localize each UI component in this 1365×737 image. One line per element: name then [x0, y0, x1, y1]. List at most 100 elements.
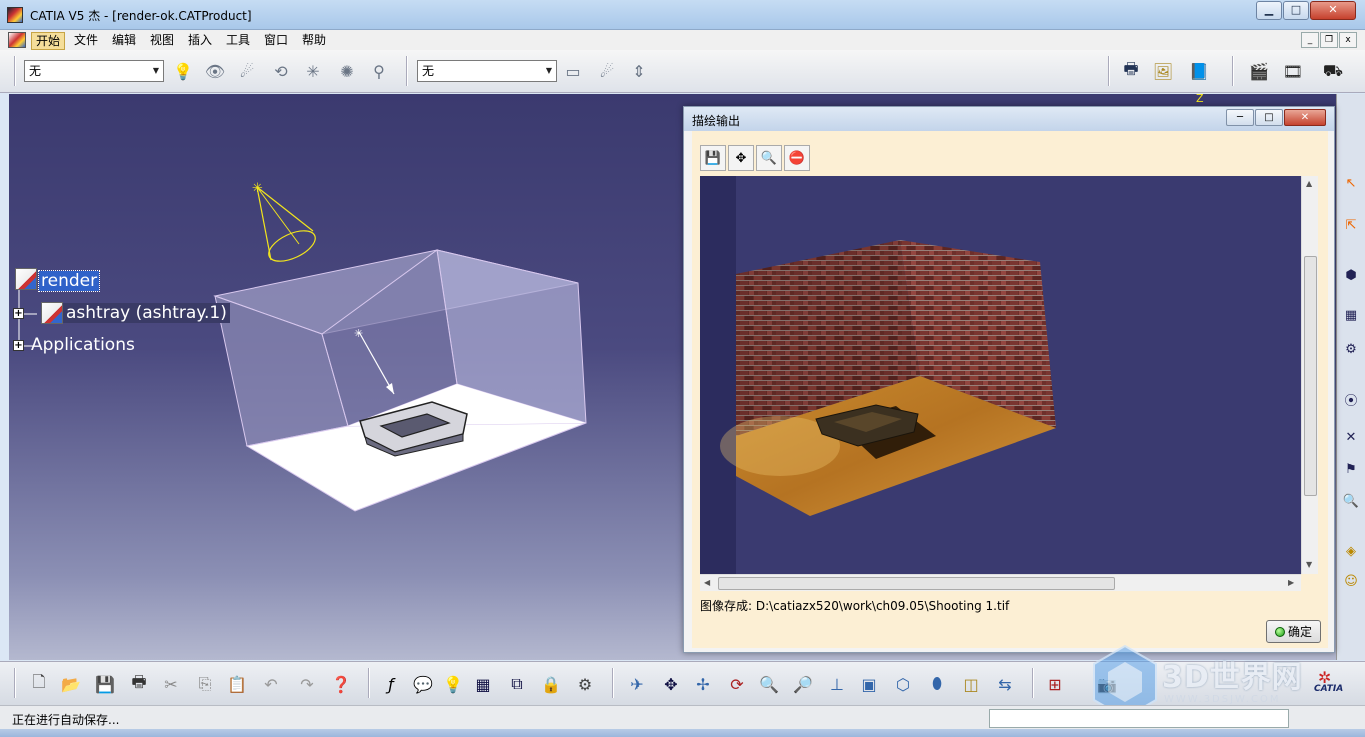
dialog-close-button[interactable]: ✕	[1284, 109, 1326, 126]
save-icon[interactable]: 💾	[700, 145, 726, 171]
multi-view-icon[interactable]: ▣	[856, 671, 882, 697]
camera-spot-icon[interactable]: ☄	[594, 58, 620, 84]
light-rotate-icon[interactable]: ⟲	[268, 58, 294, 84]
tree-root-render[interactable]: render	[37, 270, 101, 292]
dialog-title-bar[interactable]: 描绘输出 ─ □ ✕	[684, 107, 1334, 131]
doc-close-button[interactable]: x	[1339, 32, 1357, 48]
render-shooting-icon[interactable]: 🖶	[1118, 58, 1144, 84]
zoom-in-icon[interactable]: 🔍	[756, 671, 782, 697]
copy-icon[interactable]: ⎘	[192, 671, 218, 697]
light-link-icon[interactable]: ⚲	[366, 58, 392, 84]
ok-button[interactable]: 确定	[1266, 620, 1321, 643]
horizontal-scroll-thumb[interactable]	[718, 577, 1115, 590]
table-icon[interactable]: ▦	[470, 671, 496, 697]
rendered-image[interactable]	[700, 176, 1301, 574]
light-sun-icon[interactable]: ✺	[334, 58, 360, 84]
scene-icon[interactable]: ⛟	[1320, 58, 1346, 84]
menu-help[interactable]: 帮助	[298, 32, 330, 48]
assembly-icon[interactable]: ⚙	[1341, 340, 1361, 360]
light-selector[interactable]: 无 ▼	[24, 60, 164, 82]
light-point-icon[interactable]: ✳	[300, 58, 326, 84]
dialog-minimize-button[interactable]: ─	[1226, 109, 1254, 126]
texture-icon[interactable]: ▦	[1341, 306, 1361, 326]
print-icon[interactable]: 🖶	[126, 671, 152, 697]
select-arrow-icon[interactable]: ↖	[1341, 174, 1361, 194]
expand-ashtray-icon[interactable]: +	[13, 308, 24, 319]
clapper-icon[interactable]: 🎬	[1246, 58, 1272, 84]
formula-icon[interactable]: ƒ	[378, 671, 404, 697]
hide-show-icon[interactable]: ◫	[958, 671, 984, 697]
light-bulb-icon[interactable]: 💡	[170, 58, 196, 84]
open-folder-icon[interactable]: 📂	[58, 671, 84, 697]
scroll-up-icon[interactable]: ▲	[1306, 179, 1312, 188]
tree-node-applications[interactable]: Applications	[31, 335, 135, 355]
select-trap-icon[interactable]: ⇱	[1341, 216, 1361, 236]
horizontal-scrollbar[interactable]: ◀ ▶	[700, 574, 1301, 591]
close-button[interactable]: ✕	[1310, 1, 1356, 20]
lock-icon[interactable]: 🔒	[538, 671, 564, 697]
camera-selector[interactable]: 无 ▼	[417, 60, 557, 82]
toolbar-grip[interactable]	[14, 668, 16, 698]
measure-icon[interactable]: ⊞	[1042, 671, 1068, 697]
part-icon[interactable]	[41, 302, 63, 324]
menu-insert[interactable]: 插入	[184, 32, 216, 48]
document-icon[interactable]	[8, 32, 26, 48]
menu-view[interactable]: 视图	[146, 32, 178, 48]
cube-icon[interactable]: ⬢	[1341, 266, 1361, 286]
scroll-left-icon[interactable]: ◀	[704, 578, 710, 587]
scroll-down-icon[interactable]: ▼	[1306, 560, 1312, 569]
render-book-icon[interactable]: 📘	[1186, 58, 1212, 84]
camera-view-icon[interactable]: ▭	[560, 58, 586, 84]
maximize-button[interactable]: □	[1283, 1, 1309, 20]
undo-icon[interactable]: ↶	[258, 671, 284, 697]
menu-file[interactable]: 文件	[70, 32, 102, 48]
cut-icon[interactable]: ✂	[158, 671, 184, 697]
search-icon[interactable]: 🔍	[1341, 492, 1361, 512]
save-icon[interactable]: 💾	[92, 671, 118, 697]
swap-view-icon[interactable]: ⇆	[992, 671, 1018, 697]
tree-structure-icon[interactable]: ⧉	[504, 671, 530, 697]
menu-edit[interactable]: 编辑	[108, 32, 140, 48]
environment-box[interactable]	[213, 249, 587, 512]
material-icon[interactable]: ◈	[1341, 542, 1361, 562]
doc-minimize-button[interactable]: _	[1301, 32, 1319, 48]
pan-icon[interactable]: ✢	[690, 671, 716, 697]
product-icon[interactable]	[15, 268, 37, 290]
analysis-icon[interactable]: ⦿	[1341, 392, 1361, 412]
light-bulb-icon[interactable]: 💡	[440, 671, 466, 697]
comment-icon[interactable]: 💬	[410, 671, 436, 697]
dialog-maximize-button[interactable]: □	[1255, 109, 1283, 126]
vertical-scroll-thumb[interactable]	[1304, 256, 1317, 496]
tree-node-ashtray[interactable]: ashtray (ashtray.1)	[63, 303, 230, 323]
new-file-icon[interactable]: 🗋	[26, 671, 52, 697]
menu-tools[interactable]: 工具	[222, 32, 254, 48]
paste-icon[interactable]: 📋	[224, 671, 250, 697]
minimize-button[interactable]: ▁	[1256, 1, 1282, 20]
clapper-settings-icon[interactable]: 🎞	[1280, 58, 1306, 84]
zoom-icon[interactable]: 🔍	[756, 145, 782, 171]
spot-light[interactable]: ✳	[252, 181, 320, 267]
light-spot-icon[interactable]: ☄	[234, 58, 260, 84]
fit-all-icon[interactable]: ✥	[658, 671, 684, 697]
rotate-icon[interactable]: ⟳	[724, 671, 750, 697]
vertical-scrollbar[interactable]: ▲ ▼	[1301, 176, 1318, 574]
redo-icon[interactable]: ↷	[294, 671, 320, 697]
zoom-out-icon[interactable]: 🔎	[790, 671, 816, 697]
help-pointer-icon[interactable]: ❓	[328, 671, 354, 697]
smile-icon[interactable]: ☺	[1341, 572, 1361, 592]
doc-restore-button[interactable]: ❐	[1320, 32, 1338, 48]
normal-view-icon[interactable]: ⊥	[824, 671, 850, 697]
fit-all-icon[interactable]: ✥	[728, 145, 754, 171]
toolbar-grip[interactable]	[14, 56, 16, 86]
light-visibility-icon[interactable]: 👁	[202, 58, 228, 84]
tools-icon[interactable]: ✕	[1341, 428, 1361, 448]
stop-icon[interactable]: ⛔	[784, 145, 810, 171]
render-quick-icon[interactable]: 🖼	[1150, 58, 1176, 84]
filter-icon[interactable]: ⚑	[1341, 460, 1361, 480]
macro-icon[interactable]: ⚙	[572, 671, 598, 697]
iso-view-icon[interactable]: ⬡	[890, 671, 916, 697]
camera-move-icon[interactable]: ⇕	[626, 58, 652, 84]
menu-start[interactable]: 开始	[31, 32, 66, 50]
compass-z-axis[interactable]: Z	[1196, 94, 1204, 105]
command-input[interactable]	[989, 709, 1289, 728]
